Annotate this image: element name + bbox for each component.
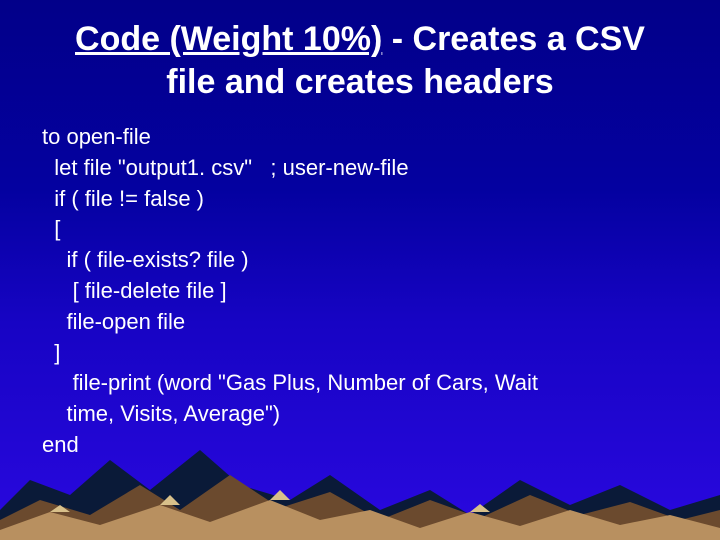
code-line: file-print (word "Gas Plus, Number of Ca… (42, 370, 538, 395)
title-underlined: Code (Weight 10%) (75, 20, 382, 58)
code-line: time, Visits, Average") (42, 401, 280, 426)
code-line: to open-file (42, 124, 151, 149)
code-line: if ( file != false ) (42, 186, 204, 211)
slide-title: Code (Weight 10%) - Creates a CSV file a… (60, 18, 660, 103)
slide: Code (Weight 10%) - Creates a CSV file a… (0, 0, 720, 540)
code-line: [ (42, 216, 60, 241)
code-line: ] (42, 340, 60, 365)
code-line: let file "output1. csv" ; user-new-file (42, 155, 409, 180)
code-line: file-open file (42, 309, 185, 334)
code-block: to open-file let file "output1. csv" ; u… (42, 122, 678, 461)
code-line: end (42, 432, 79, 457)
code-line: if ( file-exists? file ) (42, 247, 249, 272)
code-line: [ file-delete file ] (42, 278, 227, 303)
